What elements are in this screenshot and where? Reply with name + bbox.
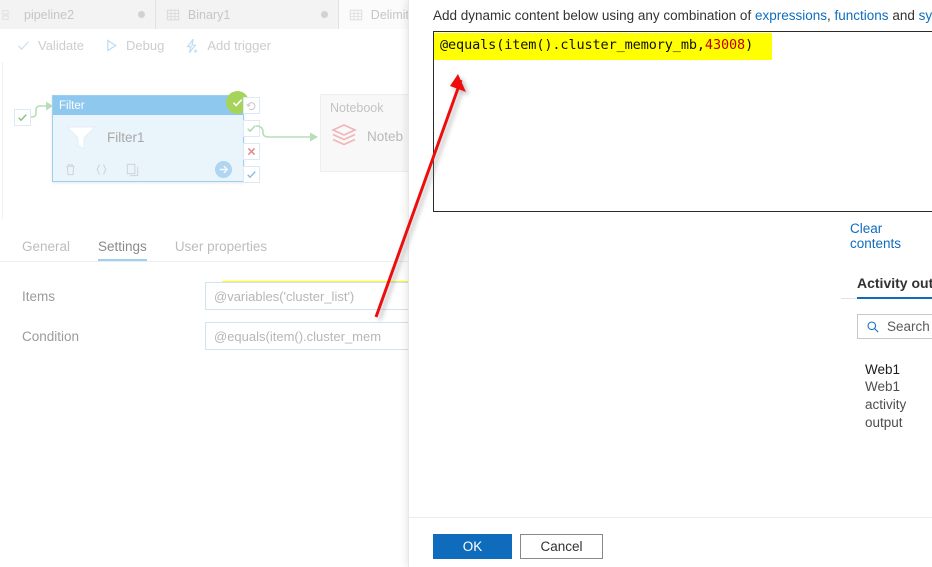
debug-button[interactable]: Debug	[104, 38, 164, 53]
dynamic-content-panel: Add dynamic content below using any comb…	[408, 0, 932, 567]
retry-icon	[246, 102, 256, 111]
table-icon	[349, 9, 363, 20]
tab-dirty-dot	[320, 11, 328, 18]
search-placeholder: Search	[887, 319, 930, 334]
filter-node-header: Filter	[53, 91, 249, 115]
incoming-port-success[interactable]	[14, 109, 31, 126]
condition-label: Condition	[22, 328, 80, 344]
items-input[interactable]: @variables('cluster_list')	[205, 282, 420, 310]
debug-label: Debug	[126, 38, 165, 53]
condition-value: @equals(item().cluster_mem	[214, 328, 382, 344]
activity-property-tabs: General Settings User properties	[0, 232, 420, 262]
expression-number: 43008	[704, 37, 746, 53]
pipeline-editor: pipeline2 Binary1 Delimit Validate Debug…	[0, 0, 420, 567]
editor-tab-label: pipeline2	[24, 7, 75, 22]
tab-activity-outputs[interactable]: Activity outputs	[841, 275, 932, 299]
code-braces-icon[interactable]	[94, 162, 109, 177]
add-trigger-label: Add trigger	[207, 38, 271, 53]
pipeline-canvas[interactable]: Filter Filter1 Notebook Noteb	[0, 62, 420, 219]
items-label: Items	[22, 288, 56, 304]
editor-tab-label: Delimit	[370, 7, 409, 22]
filter-node-body: Filter1	[53, 115, 243, 159]
ok-button[interactable]: OK	[433, 534, 512, 559]
filter-node-actions	[53, 159, 243, 179]
tab-general-label: General	[22, 239, 71, 254]
notebook-node-name: Noteb	[367, 128, 404, 144]
output-port-retry[interactable]	[243, 97, 260, 114]
lightning-plus-icon	[186, 38, 198, 53]
search-icon	[867, 320, 879, 333]
table-icon	[166, 9, 180, 20]
editor-tab-pipeline2[interactable]: pipeline2	[0, 0, 156, 29]
filter-node-name: Filter1	[107, 129, 145, 145]
clone-icon[interactable]	[125, 162, 140, 177]
expression-text-after: )	[745, 37, 754, 53]
field-row-condition: Condition @equals(item().cluster_mem	[0, 321, 420, 351]
desc-prefix: Add dynamic content below using any comb…	[433, 8, 755, 23]
tab-general[interactable]: General	[0, 239, 84, 261]
expression-text-before: @equals(item().cluster_memory_mb,	[440, 37, 705, 53]
activity-output-subtitle: Web1 activity output	[865, 379, 907, 430]
validate-button[interactable]: Validate	[16, 38, 84, 53]
editor-tab-binary1[interactable]: Binary1	[155, 0, 339, 29]
tab-activity-outputs-label: Activity outputs	[857, 275, 932, 291]
activity-node-notebook[interactable]: Notebook Noteb	[320, 94, 420, 172]
play-icon	[107, 39, 117, 52]
canvas-left-edge	[2, 62, 3, 219]
tab-user-properties-label: User properties	[174, 239, 268, 254]
items-value: @variables('cluster_list')	[214, 288, 355, 304]
editor-command-bar: Validate Debug Add trigger	[0, 29, 420, 63]
on-success-icon	[18, 114, 27, 122]
desc-and: and	[888, 8, 919, 23]
pipeline-icon	[2, 9, 9, 20]
tab-dirty-dot	[137, 11, 145, 18]
filter-icon	[65, 126, 97, 150]
activity-output-title: Web1	[865, 362, 901, 377]
desc-comma: ,	[827, 8, 835, 23]
activity-node-filter[interactable]: Filter Filter1	[52, 91, 249, 182]
footer-divider	[409, 517, 932, 518]
tab-user-properties[interactable]: User properties	[161, 239, 281, 261]
expression-text: @equals(item().cluster_memory_mb,43008)	[440, 37, 753, 53]
validate-label: Validate	[38, 38, 85, 53]
filter-node-type-label: Filter	[59, 99, 85, 112]
databricks-notebook-icon	[331, 124, 357, 146]
notebook-node-type-label: Notebook	[330, 101, 384, 115]
editor-tab-label: Binary1	[187, 7, 231, 22]
cancel-button[interactable]: Cancel	[520, 534, 603, 559]
clear-contents-link[interactable]: Clear contents	[850, 221, 932, 251]
output-port-completion[interactable]	[243, 166, 260, 183]
tab-settings-label: Settings	[98, 239, 147, 254]
tab-settings[interactable]: Settings	[84, 239, 161, 261]
delete-icon[interactable]	[63, 162, 78, 177]
on-failure-icon	[247, 147, 256, 156]
filter-to-notebook-connector	[256, 125, 318, 142]
expression-editor[interactable]: @equals(item().cluster_memory_mb,43008)	[433, 31, 932, 212]
editor-tab-strip: pipeline2 Binary1 Delimit	[0, 0, 420, 30]
expressions-link[interactable]: expressions	[755, 8, 827, 23]
panel-description: Add dynamic content below using any comb…	[433, 8, 932, 23]
field-row-items: Items @variables('cluster_list')	[0, 281, 420, 311]
output-port-failure[interactable]	[243, 143, 260, 160]
add-trigger-button[interactable]: Add trigger	[184, 38, 271, 54]
notebook-node-body: Noteb	[321, 121, 420, 151]
dynamic-content-tabs: Activity outputs Parameters System varia…	[841, 267, 932, 299]
search-box[interactable]: Search	[857, 314, 932, 339]
list-item[interactable]: Web1 Web1 activity output	[865, 362, 932, 432]
next-arrow-icon[interactable]	[214, 160, 233, 179]
on-completion-icon	[247, 171, 256, 179]
functions-link[interactable]: functions	[835, 8, 889, 23]
check-icon	[17, 41, 29, 51]
system-variables-link[interactable]: system	[919, 8, 932, 23]
condition-input[interactable]: @equals(item().cluster_mem	[205, 322, 420, 350]
